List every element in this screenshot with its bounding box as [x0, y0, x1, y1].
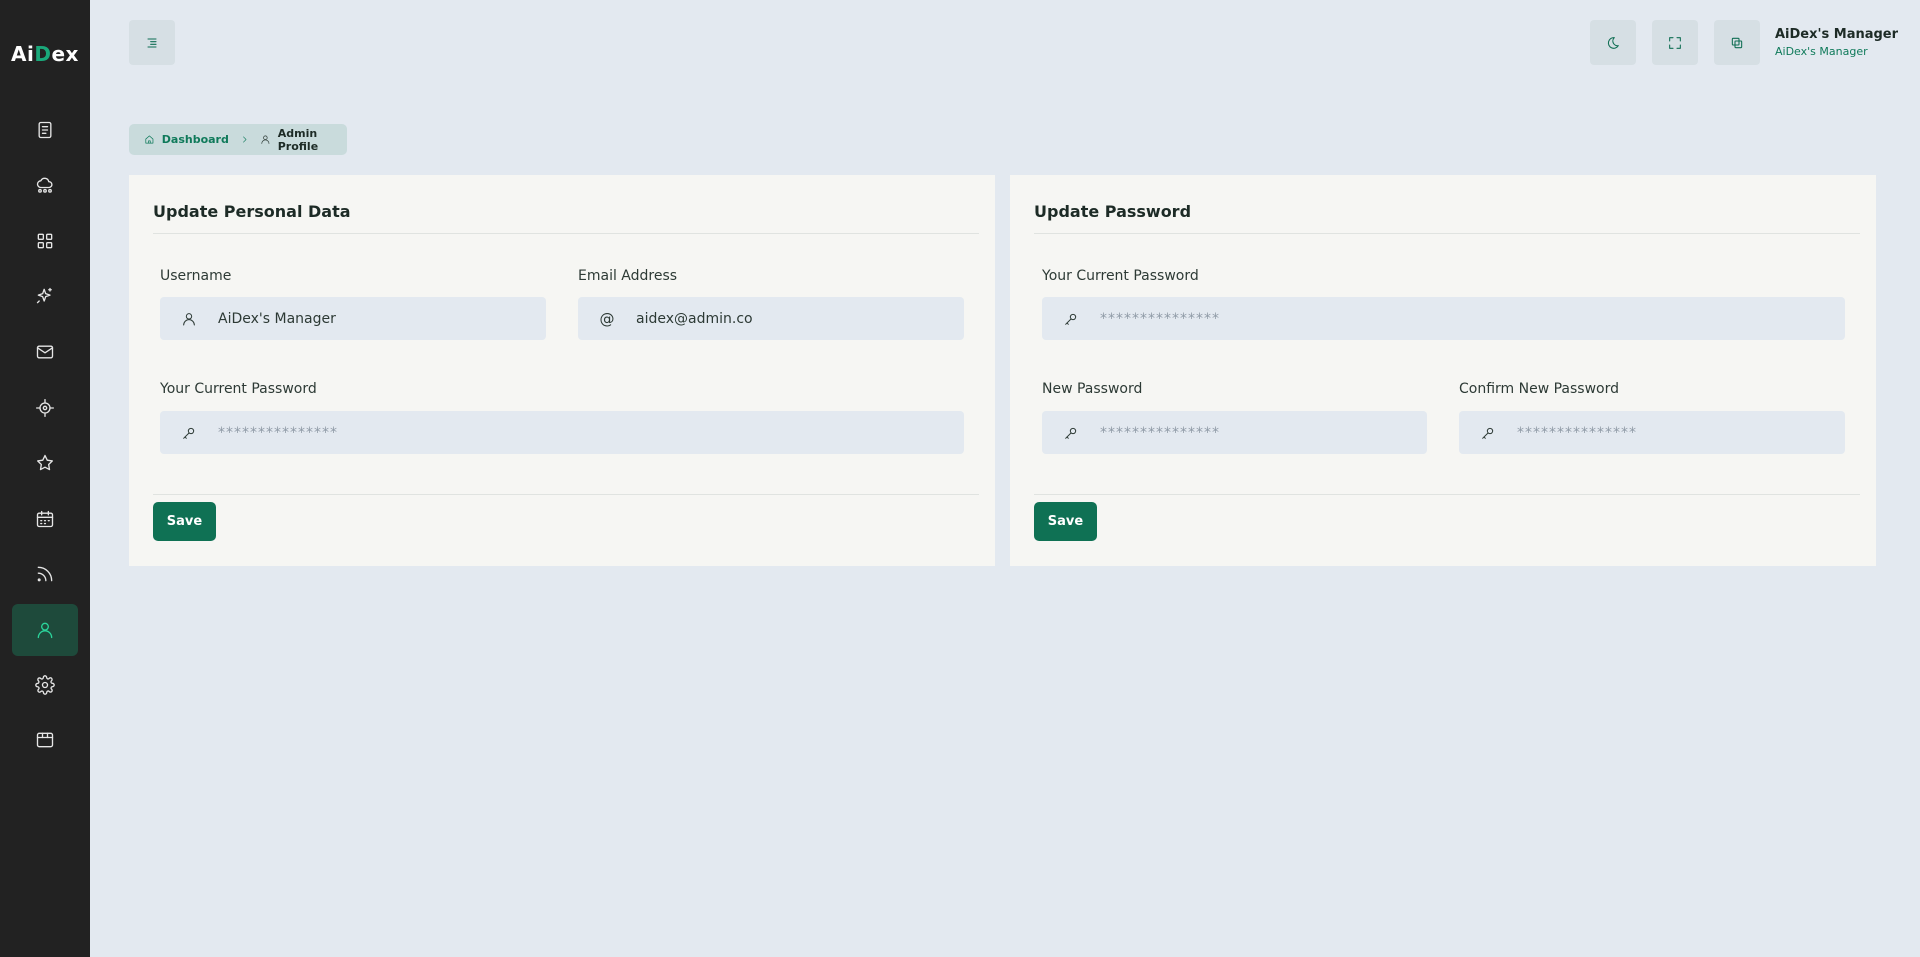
moon-icon	[1607, 36, 1619, 49]
confirm-password-label: Confirm New Password	[1459, 381, 1620, 397]
cloud-network-icon	[36, 177, 53, 193]
new-password-input[interactable]	[1100, 411, 1427, 454]
email-input[interactable]	[636, 297, 964, 340]
card-divider	[1034, 494, 1860, 495]
sidebar-item-network[interactable]	[12, 159, 78, 211]
sidebar-item-target[interactable]	[12, 382, 78, 434]
email-field: @	[578, 297, 964, 340]
sparkle-icon	[36, 287, 52, 304]
sidebar-item-feeds[interactable]	[12, 548, 78, 600]
confirm-password-input[interactable]	[1517, 411, 1845, 454]
at-icon: @	[599, 309, 615, 328]
current-password-field	[160, 411, 964, 454]
key-icon	[160, 425, 218, 441]
grid-icon	[37, 233, 53, 249]
sidebar-item-favorites[interactable]	[12, 437, 78, 489]
user-avatar-button[interactable]	[1714, 20, 1760, 65]
sidebar-item-settings[interactable]	[12, 659, 78, 711]
key-icon	[1042, 425, 1100, 441]
mail-icon	[36, 345, 54, 359]
current-password-label: Your Current Password	[1042, 268, 1199, 284]
new-password-field	[1042, 411, 1427, 454]
confirm-password-field	[1459, 411, 1845, 454]
card-divider	[1034, 233, 1860, 234]
username-input[interactable]	[218, 297, 546, 340]
sidebar-item-calendar[interactable]	[12, 493, 78, 545]
user-icon	[37, 622, 53, 639]
card-title: Update Personal Data	[153, 202, 351, 221]
breadcrumb: Dashboard Admin Profile	[129, 124, 347, 155]
personal-data-card: Update Personal Data Username Email Addr…	[129, 175, 995, 566]
save-personal-button[interactable]: Save	[153, 502, 216, 541]
new-password-label: New Password	[1042, 381, 1143, 397]
box-icon	[36, 732, 54, 748]
gear-icon	[35, 675, 55, 695]
sidebar-item-ai[interactable]	[12, 270, 78, 322]
key-icon	[1459, 425, 1517, 441]
current-password-label: Your Current Password	[160, 381, 317, 397]
sidebar-item-profile[interactable]	[12, 604, 78, 656]
chevron-right-icon	[242, 136, 247, 143]
sidebar-item-mail[interactable]	[12, 326, 78, 378]
sidebar: AiDex	[0, 0, 90, 957]
username-field	[160, 297, 546, 340]
breadcrumb-dashboard-link[interactable]: Dashboard	[162, 133, 229, 146]
email-label: Email Address	[578, 268, 678, 284]
update-password-card: Update Password Your Current Password Ne…	[1010, 175, 1876, 566]
calendar-icon	[36, 510, 54, 528]
card-divider	[153, 233, 979, 234]
breadcrumb-current: Admin Profile	[277, 126, 319, 153]
menu-icon	[147, 37, 157, 48]
current-password-input[interactable]	[1100, 297, 1845, 340]
home-icon	[145, 135, 154, 144]
sidebar-item-documents[interactable]	[12, 104, 78, 156]
current-password-input[interactable]	[218, 411, 964, 454]
fullscreen-button[interactable]	[1652, 20, 1698, 65]
user-name[interactable]: AiDex's Manager	[1775, 27, 1898, 42]
sidebar-item-store[interactable]	[12, 714, 78, 766]
avatar-image-icon	[1731, 37, 1743, 48]
app-logo[interactable]: AiDex	[0, 42, 90, 66]
dark-mode-button[interactable]	[1590, 20, 1636, 65]
sidebar-item-apps[interactable]	[12, 215, 78, 267]
target-icon	[36, 399, 54, 417]
user-icon	[261, 135, 270, 144]
user-role: AiDex's Manager	[1775, 45, 1868, 58]
save-password-button[interactable]: Save	[1034, 502, 1097, 541]
fullscreen-icon	[1669, 36, 1681, 49]
current-password-field	[1042, 297, 1845, 340]
user-icon	[160, 311, 218, 327]
card-divider	[153, 494, 979, 495]
rss-icon	[37, 566, 53, 582]
document-icon	[38, 121, 52, 139]
star-icon	[37, 454, 53, 471]
username-label: Username	[160, 268, 232, 284]
key-icon	[1042, 311, 1100, 327]
menu-toggle-button[interactable]	[129, 20, 175, 65]
card-title: Update Password	[1034, 202, 1192, 221]
